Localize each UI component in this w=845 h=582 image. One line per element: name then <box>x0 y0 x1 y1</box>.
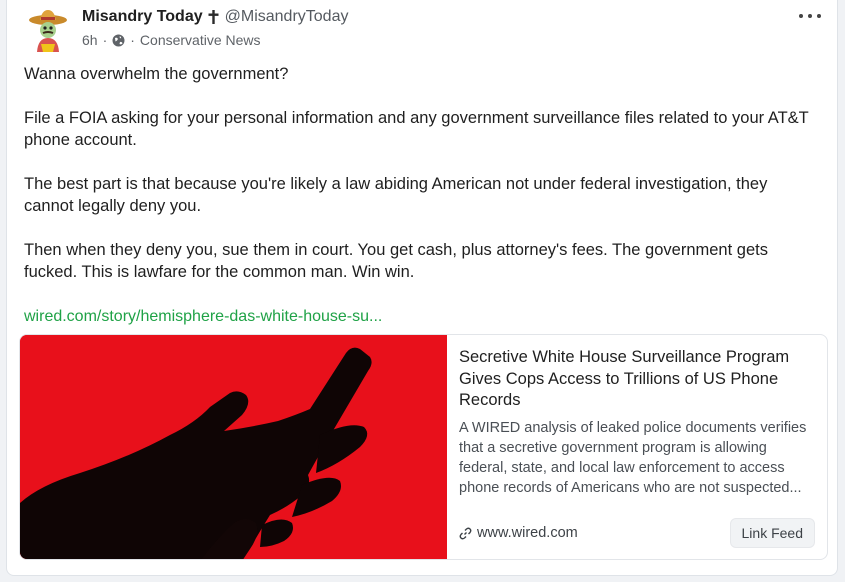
author-name[interactable]: Misandry Today <box>82 8 203 26</box>
link-preview-card[interactable]: Secretive White House Surveillance Progr… <box>19 334 828 560</box>
post-paragraph: Wanna overwhelm the government? <box>24 65 289 83</box>
link-preview-title[interactable]: Secretive White House Surveillance Progr… <box>459 347 815 412</box>
link-preview-description: A WIRED analysis of leaked police docume… <box>459 419 807 496</box>
more-options-icon <box>799 14 803 18</box>
meta-separator: · <box>102 32 108 48</box>
link-domain-text: www.wired.com <box>477 525 578 541</box>
post-body: Wanna overwhelm the government? File a F… <box>24 63 814 328</box>
globe-icon <box>112 34 125 47</box>
post-paragraph: Then when they deny you, sue them in cou… <box>24 241 768 281</box>
more-options-button[interactable] <box>799 8 821 24</box>
post-paragraph: The best part is that because you're lik… <box>24 175 768 215</box>
link-preview-footer: www.wired.com Link Feed <box>459 518 815 548</box>
author-handle[interactable]: @MisandryToday <box>225 8 349 26</box>
link-feed-button[interactable]: Link Feed <box>729 518 815 548</box>
post-timestamp[interactable]: 6h <box>82 32 98 48</box>
post-link[interactable]: wired.com/story/hemisphere-das-white-hou… <box>24 306 382 328</box>
link-icon <box>459 527 472 540</box>
meta-separator: · <box>130 32 135 48</box>
link-preview-text: Secretive White House Surveillance Progr… <box>447 335 827 559</box>
author-avatar[interactable] <box>28 8 68 52</box>
cross-icon <box>208 10 219 24</box>
post-meta: 6h · · Conservative News <box>82 31 261 49</box>
link-preview-image[interactable] <box>20 335 447 559</box>
post-paragraph: File a FOIA asking for your personal inf… <box>24 109 809 149</box>
author-line: Misandry Today @MisandryToday <box>82 6 348 28</box>
link-domain[interactable]: www.wired.com <box>459 525 578 541</box>
community-name[interactable]: Conservative News <box>140 32 261 48</box>
post-card: Misandry Today @MisandryToday 6h · · Con… <box>6 0 838 576</box>
